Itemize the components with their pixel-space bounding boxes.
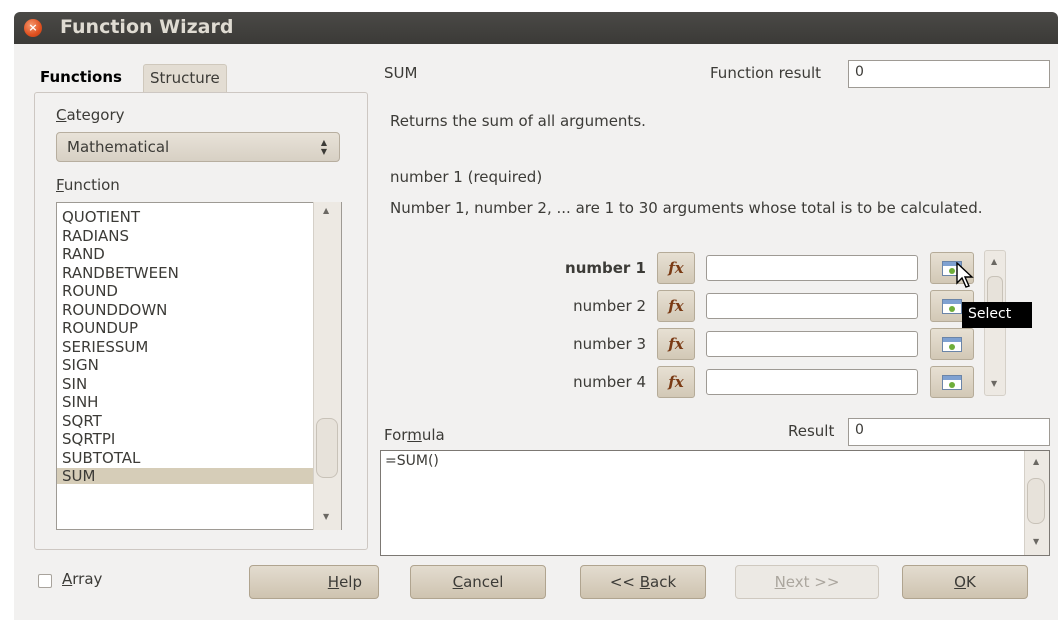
function-list-item[interactable]: QUOTIENT — [62, 209, 312, 225]
function-fx-button[interactable]: fx — [657, 290, 695, 322]
shrink-select-icon — [942, 299, 962, 314]
tab-structure[interactable]: Structure — [143, 64, 227, 92]
close-icon[interactable]: × — [24, 19, 42, 37]
argument-required-label: number 1 (required) — [390, 168, 543, 186]
argument-label: number 4 — [573, 373, 646, 391]
result-label: Result — [788, 422, 835, 440]
function-fx-button[interactable]: fx — [657, 252, 695, 284]
scroll-up-icon[interactable]: ▲ — [323, 206, 329, 215]
select-range-button[interactable] — [930, 366, 974, 398]
argument-label: number 2 — [573, 297, 646, 315]
function-result-label: Function result — [710, 64, 822, 82]
ok-button[interactable]: OK — [902, 565, 1028, 599]
function-fx-button[interactable]: fx — [657, 366, 695, 398]
scroll-down-icon[interactable]: ▼ — [991, 379, 997, 388]
argument-input[interactable] — [706, 255, 918, 281]
function-result-field: 0 — [848, 60, 1050, 88]
function-list[interactable]: QUOTIENT RADIANS RAND RANDBETWEEN ROUND ROUND… — [56, 202, 342, 530]
category-select[interactable]: Mathematical ▲ ▼ — [56, 132, 340, 162]
function-list-item[interactable]: SQRTPI — [62, 431, 312, 447]
function-label: Function — [56, 176, 120, 194]
function-description: Returns the sum of all arguments. — [390, 112, 646, 130]
function-list-item[interactable]: RANDBETWEEN — [62, 265, 312, 281]
function-list-item[interactable]: SIN — [62, 376, 312, 392]
formula-scroll-thumb[interactable] — [1027, 478, 1045, 524]
function-list-item[interactable]: ROUNDUP — [62, 320, 312, 336]
tab-functions[interactable]: Functions — [34, 64, 128, 92]
function-list-item[interactable]: RADIANS — [62, 228, 312, 244]
category-label: Category — [56, 106, 125, 124]
function-list-item[interactable]: SERIESSUM — [62, 339, 312, 355]
function-list-item[interactable]: ROUNDDOWN — [62, 302, 312, 318]
function-fx-button[interactable]: fx — [657, 328, 695, 360]
argument-input[interactable] — [706, 293, 918, 319]
spin-arrows-icon: ▲ ▼ — [320, 138, 327, 156]
function-list-item[interactable]: SINH — [62, 394, 312, 410]
array-label[interactable]: Array — [62, 570, 102, 588]
formula-editor[interactable]: =SUM() — [380, 450, 1050, 556]
scroll-up-icon[interactable]: ▲ — [1033, 457, 1039, 466]
argument-description: Number 1, number 2, ... are 1 to 30 argu… — [390, 199, 983, 217]
shrink-select-icon — [942, 337, 962, 352]
function-list-item[interactable]: SUM — [57, 468, 313, 484]
back-button[interactable]: << Back — [580, 565, 706, 599]
argument-label: number 3 — [573, 335, 646, 353]
title-bar[interactable]: × Function Wizard — [14, 12, 1058, 44]
scroll-down-icon[interactable]: ▼ — [323, 512, 329, 521]
select-tooltip: Select — [962, 302, 1032, 328]
cancel-button[interactable]: Cancel — [410, 565, 546, 599]
function-name: SUM — [384, 64, 418, 82]
function-list-item[interactable]: RAND — [62, 246, 312, 262]
function-list-scrollbar[interactable]: ▲ ▼ — [313, 202, 341, 530]
next-button[interactable]: Next >> — [735, 565, 879, 599]
scroll-up-icon[interactable]: ▲ — [991, 257, 997, 266]
function-list-item[interactable]: ROUND — [62, 283, 312, 299]
scroll-down-icon[interactable]: ▼ — [1033, 537, 1039, 546]
result-field: 0 — [848, 418, 1050, 446]
help-button[interactable]: Help — [249, 565, 379, 599]
page-left-margin — [0, 60, 14, 620]
formula-label: Formula — [384, 426, 445, 444]
shrink-select-icon — [942, 375, 962, 390]
mouse-pointer-icon — [956, 261, 974, 295]
function-list-item[interactable]: SUBTOTAL — [62, 450, 312, 466]
argument-input[interactable] — [706, 331, 918, 357]
argument-label: number 1 — [565, 259, 646, 277]
select-range-button[interactable] — [930, 328, 974, 360]
function-list-item[interactable]: SQRT — [62, 413, 312, 429]
array-checkbox[interactable] — [38, 574, 52, 588]
function-list-scroll-thumb[interactable] — [316, 418, 338, 478]
category-value: Mathematical — [67, 138, 170, 156]
argument-input[interactable] — [706, 369, 918, 395]
function-list-item[interactable]: SIGN — [62, 357, 312, 373]
window-title: Function Wizard — [60, 16, 234, 38]
